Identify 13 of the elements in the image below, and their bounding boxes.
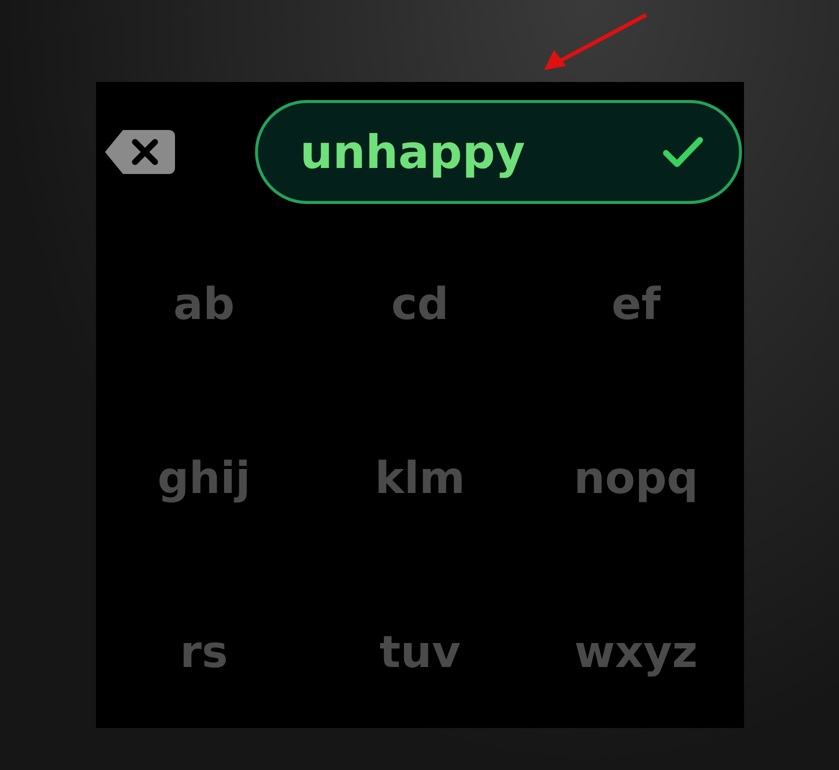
check-icon	[663, 136, 703, 168]
letter-key[interactable]: ef	[612, 272, 660, 338]
word-suggestion[interactable]: unhappy	[255, 100, 742, 204]
letter-key[interactable]: nopq	[574, 446, 698, 512]
letter-key[interactable]: ab	[173, 272, 235, 338]
suggested-word: unhappy	[300, 124, 526, 180]
letter-key[interactable]: cd	[391, 272, 449, 338]
letter-key[interactable]: wxyz	[574, 620, 698, 686]
backspace-icon[interactable]	[105, 130, 175, 174]
letter-key[interactable]: rs	[180, 620, 228, 686]
letter-key[interactable]: tuv	[379, 620, 461, 686]
letter-key[interactable]: klm	[374, 446, 466, 512]
letter-key[interactable]: ghij	[158, 446, 250, 512]
